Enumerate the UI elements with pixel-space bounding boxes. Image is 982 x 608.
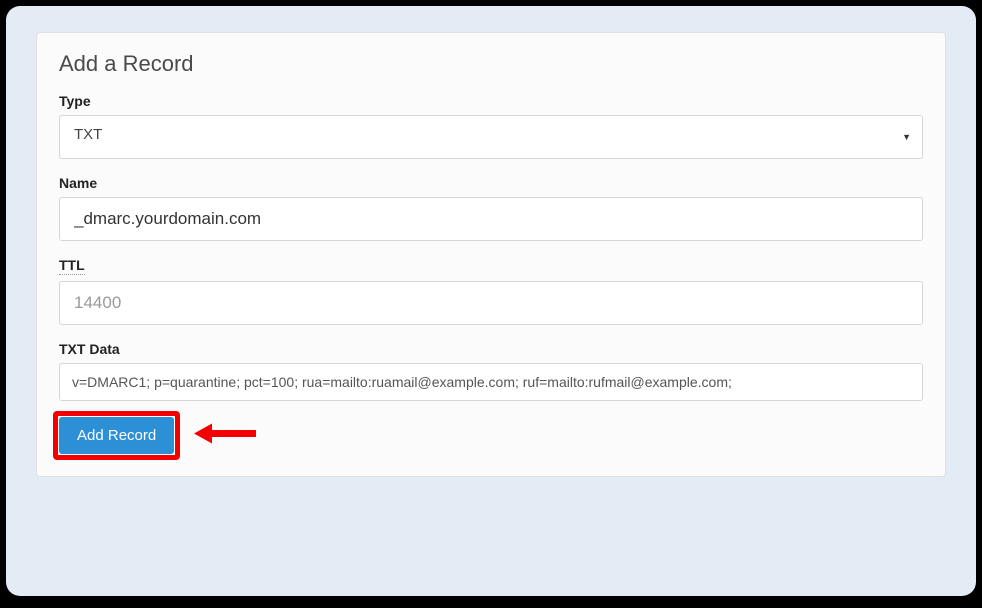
form-group-ttl: TTL [59, 257, 923, 325]
ttl-input[interactable] [59, 281, 923, 325]
type-select-wrapper: TXT ▼ [59, 115, 923, 159]
txtdata-input[interactable] [59, 363, 923, 401]
arrow-left-icon [194, 419, 258, 452]
add-record-panel: Add a Record Type TXT ▼ Name TTL TXT Dat… [36, 32, 946, 477]
name-input[interactable] [59, 197, 923, 241]
type-label: Type [59, 93, 923, 109]
form-group-name: Name [59, 175, 923, 241]
ttl-label: TTL [59, 257, 85, 275]
page-frame: Add a Record Type TXT ▼ Name TTL TXT Dat… [6, 6, 976, 596]
type-select[interactable]: TXT [59, 115, 923, 159]
name-label: Name [59, 175, 923, 191]
txtdata-label: TXT Data [59, 341, 923, 357]
action-row: Add Record [59, 417, 174, 454]
form-group-txtdata: TXT Data [59, 341, 923, 401]
add-record-button[interactable]: Add Record [59, 417, 174, 454]
form-group-type: Type TXT ▼ [59, 93, 923, 159]
panel-title: Add a Record [59, 51, 923, 77]
